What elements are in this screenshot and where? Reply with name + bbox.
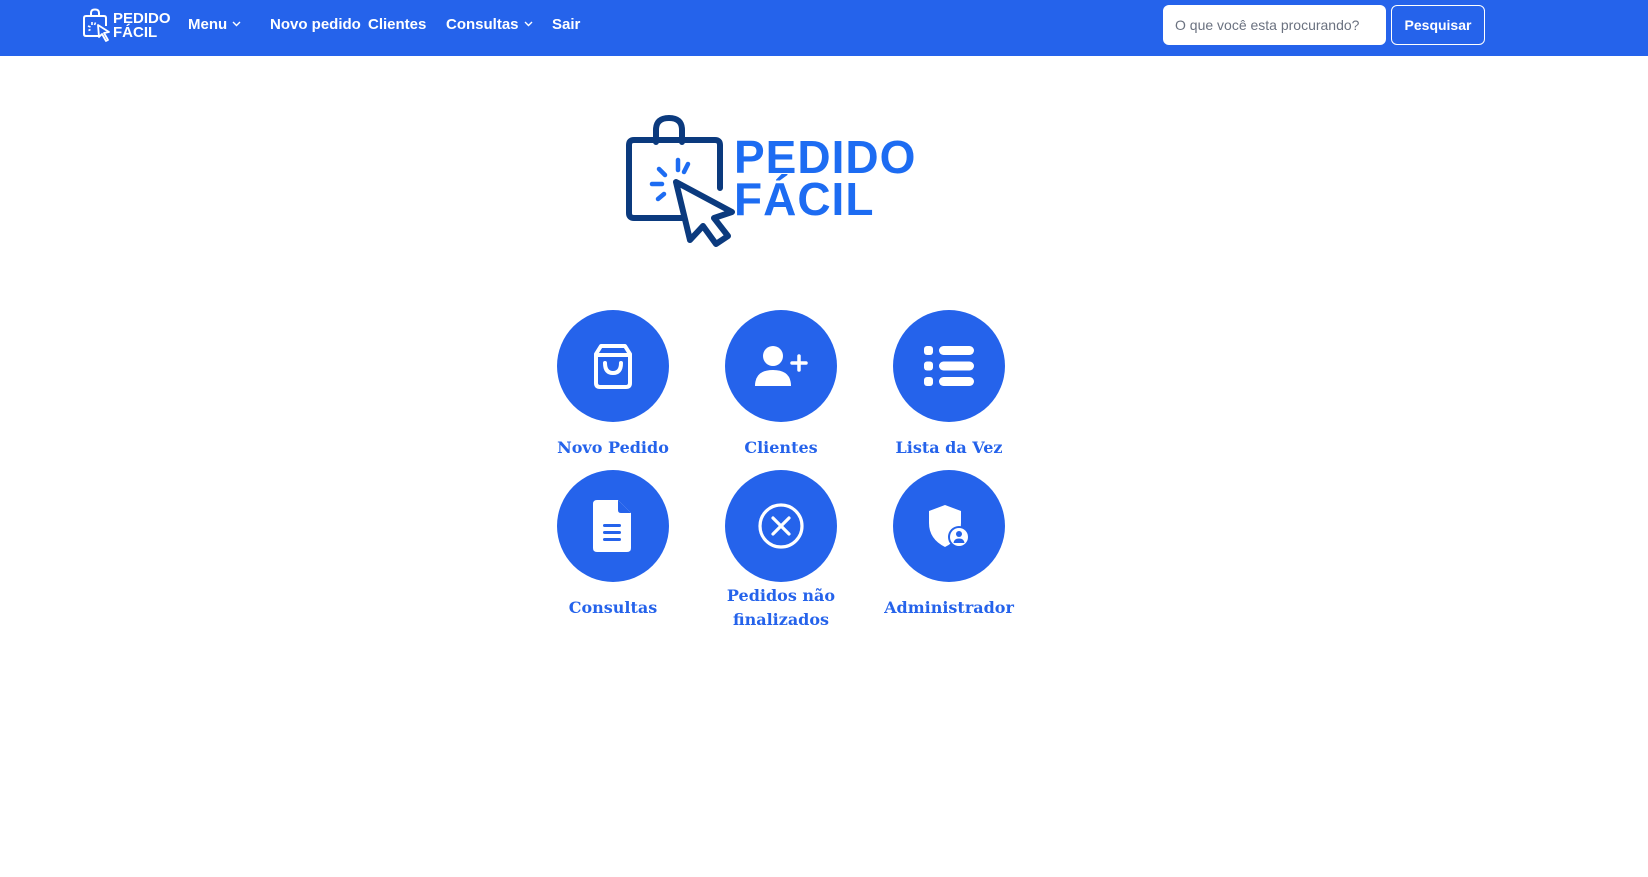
search-button[interactable]: Pesquisar <box>1391 5 1485 45</box>
shopping-bag-icon <box>594 344 632 389</box>
navbar-logo[interactable]: PEDIDO FÁCIL <box>82 8 171 44</box>
document-icon <box>593 500 631 552</box>
nav-sair-link[interactable]: Sair <box>552 0 580 50</box>
shopping-bag-cursor-icon <box>626 114 735 247</box>
tile-consultas-circle[interactable] <box>557 470 669 582</box>
tile-lista-da-vez-label: Lista da Vez <box>895 438 1003 457</box>
nav-sair-label: Sair <box>552 16 581 33</box>
chevron-down-icon <box>524 21 533 27</box>
nav-menu-label: Menu <box>188 16 228 33</box>
tile-administrador-label: Administrador <box>884 598 1014 617</box>
list-icon <box>924 346 974 386</box>
tile-consultas-label: Consultas <box>568 598 658 617</box>
tile-novo-pedido[interactable]: Novo Pedido <box>528 310 698 460</box>
tile-administrador[interactable]: Administrador <box>864 470 1034 620</box>
tile-administrador-circle[interactable] <box>893 470 1005 582</box>
nav-consultas-label: Consultas <box>446 16 519 33</box>
tile-pedidos-nao-finalizados-label-line2: finalizados <box>732 610 830 629</box>
nav-clientes-label: Clientes <box>368 16 427 33</box>
nav-clientes-link[interactable]: Clientes <box>368 0 426 50</box>
nav-consultas-dropdown[interactable]: Consultas <box>446 0 533 50</box>
nav-novo-pedido-link[interactable]: Novo pedido <box>270 0 361 50</box>
user-plus-icon <box>755 346 808 386</box>
navbar-logo-text-bottom: FÁCIL <box>113 24 158 41</box>
top-navbar: PEDIDO FÁCIL Menu Novo pedido Clientes C… <box>0 0 1648 56</box>
tile-pedidos-nao-finalizados-circle[interactable] <box>725 470 837 582</box>
tile-pedidos-nao-finalizados-label: Pedidos não finalizados <box>696 584 866 632</box>
nav-novo-pedido-label: Novo pedido <box>270 16 361 33</box>
x-circle-icon <box>758 503 804 549</box>
hero-logo: PEDIDO FÁCIL <box>624 112 944 248</box>
tile-pedidos-nao-finalizados-label-line1: Pedidos não <box>726 586 836 605</box>
tile-pedidos-nao-finalizados[interactable]: Pedidos não finalizados <box>696 470 866 632</box>
shopping-bag-cursor-icon <box>83 8 110 42</box>
tile-clientes-label: Clientes <box>744 438 818 457</box>
tile-clientes[interactable]: Clientes <box>696 310 866 460</box>
tile-novo-pedido-label: Novo Pedido <box>557 438 669 457</box>
nav-menu-dropdown[interactable]: Menu <box>188 0 241 50</box>
tile-clientes-circle[interactable] <box>725 310 837 422</box>
tile-novo-pedido-circle[interactable] <box>557 310 669 422</box>
tile-consultas[interactable]: Consultas <box>528 470 698 620</box>
tile-lista-da-vez[interactable]: Lista da Vez <box>864 310 1034 460</box>
shield-user-icon <box>929 505 970 548</box>
hero-logo-text-bottom: FÁCIL <box>734 173 875 225</box>
tile-lista-da-vez-circle[interactable] <box>893 310 1005 422</box>
search-input[interactable] <box>1163 5 1386 45</box>
chevron-down-icon <box>232 21 241 27</box>
